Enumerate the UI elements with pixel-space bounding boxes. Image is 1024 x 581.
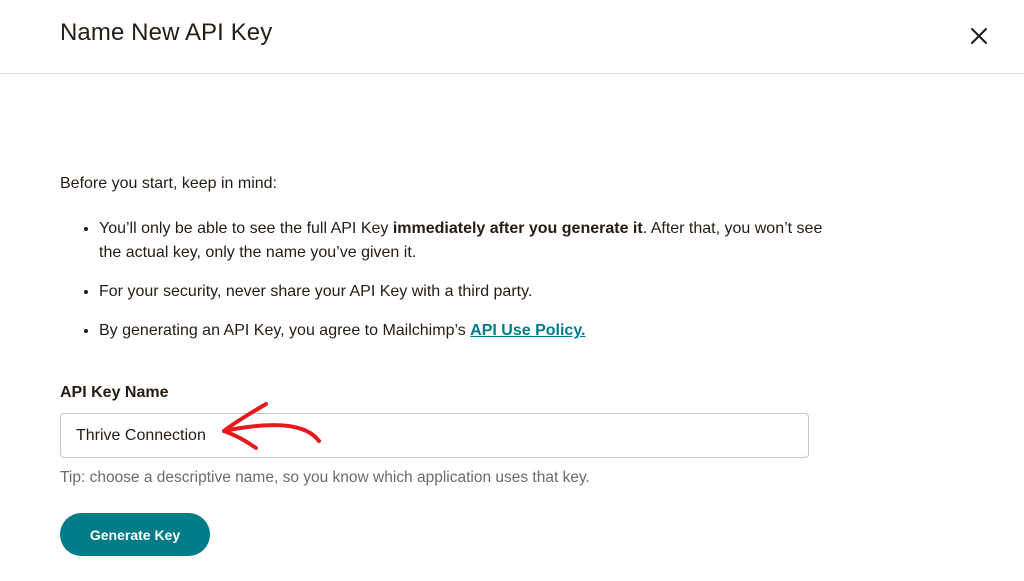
field-tip: Tip: choose a descriptive name, so you k… <box>60 469 590 486</box>
note-text: For your security, never share your API … <box>99 283 533 300</box>
api-key-name-input[interactable] <box>60 413 809 458</box>
intro-text: Before you start, keep in mind: <box>60 175 277 192</box>
api-key-name-label: API Key Name <box>60 384 169 401</box>
generate-key-button[interactable]: Generate Key <box>60 513 210 556</box>
notes-list: You’ll only be able to see the full API … <box>80 217 839 358</box>
close-icon <box>971 28 987 44</box>
list-item: By generating an API Key, you agree to M… <box>99 319 839 343</box>
dialog-header: Name New API Key <box>0 0 1024 74</box>
note-text: You’ll only be able to see the full API … <box>99 220 393 237</box>
list-item: You’ll only be able to see the full API … <box>99 217 839 265</box>
close-button[interactable] <box>964 21 994 51</box>
api-key-name-field <box>60 413 809 458</box>
api-key-dialog: Name New API Key Before you start, keep … <box>0 0 1024 581</box>
dialog-title: Name New API Key <box>60 19 273 46</box>
note-emphasis: immediately after you generate it <box>392 220 643 237</box>
api-use-policy-link[interactable]: API Use Policy. <box>470 322 585 339</box>
note-text: By generating an API Key, you agree to M… <box>99 322 471 339</box>
list-item: For your security, never share your API … <box>99 280 839 304</box>
